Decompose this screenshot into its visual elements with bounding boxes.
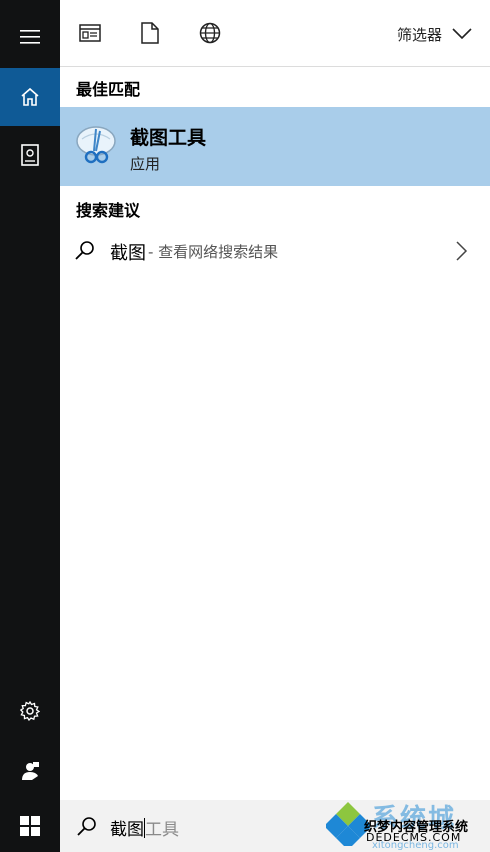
windows-icon xyxy=(20,816,40,836)
filter-dropdown[interactable]: 筛选器 xyxy=(397,22,472,46)
snipping-tool-icon xyxy=(76,126,116,164)
search-typed-text: 截图 xyxy=(110,820,144,840)
search-icon xyxy=(75,241,94,260)
search-icon xyxy=(77,817,96,836)
web-suggestion-row[interactable]: 截图 - 查看网络搜索结果 xyxy=(60,228,490,274)
filter-label: 筛选器 xyxy=(396,25,442,44)
documents-icon xyxy=(141,22,159,44)
start-button[interactable] xyxy=(0,800,60,852)
web-icon xyxy=(199,22,221,44)
apps-filter-button[interactable] xyxy=(78,21,102,45)
notebook-icon xyxy=(21,144,39,166)
hamburger-icon xyxy=(20,30,40,44)
home-button[interactable] xyxy=(0,68,60,126)
search-results-panel: 筛选器 最佳匹配 截图工具 应用 搜索建议 截图 - 查看网络搜索结果 xyxy=(60,0,490,800)
top-bar: 筛选器 xyxy=(60,0,490,67)
notebook-button[interactable] xyxy=(0,126,60,184)
settings-button[interactable] xyxy=(0,682,60,740)
suggestion-query: 截图 xyxy=(110,243,146,264)
search-input[interactable]: 截图工具 xyxy=(110,815,179,840)
home-icon xyxy=(21,87,39,106)
chevron-right-icon[interactable] xyxy=(456,241,468,261)
chevron-down-icon xyxy=(452,28,472,40)
apps-icon xyxy=(79,24,101,42)
settings-icon xyxy=(20,701,40,721)
left-rail xyxy=(0,0,60,800)
taskbar: 截图工具 系统城 织梦内容管理系统 DEDECMS.COM xitongchen… xyxy=(0,800,490,852)
best-match-heading: 最佳匹配 xyxy=(76,80,141,99)
best-match-result[interactable]: 截图工具 应用 xyxy=(60,107,490,186)
web-filter-button[interactable] xyxy=(198,21,222,45)
documents-filter-button[interactable] xyxy=(138,21,162,45)
feedback-button[interactable] xyxy=(0,742,60,800)
search-autocomplete-text: 工具 xyxy=(145,820,179,840)
app-type: 应用 xyxy=(130,155,161,173)
watermark: 系统城 织梦内容管理系统 DEDECMS.COM xitongcheng.com xyxy=(326,798,486,851)
watermark-url-secondary: xitongcheng.com xyxy=(372,840,459,851)
feedback-icon xyxy=(22,762,39,780)
suggestion-action: - 查看网络搜索结果 xyxy=(148,243,279,261)
menu-button[interactable] xyxy=(0,8,60,66)
app-name: 截图工具 xyxy=(130,127,207,149)
suggestions-heading: 搜索建议 xyxy=(76,201,141,220)
